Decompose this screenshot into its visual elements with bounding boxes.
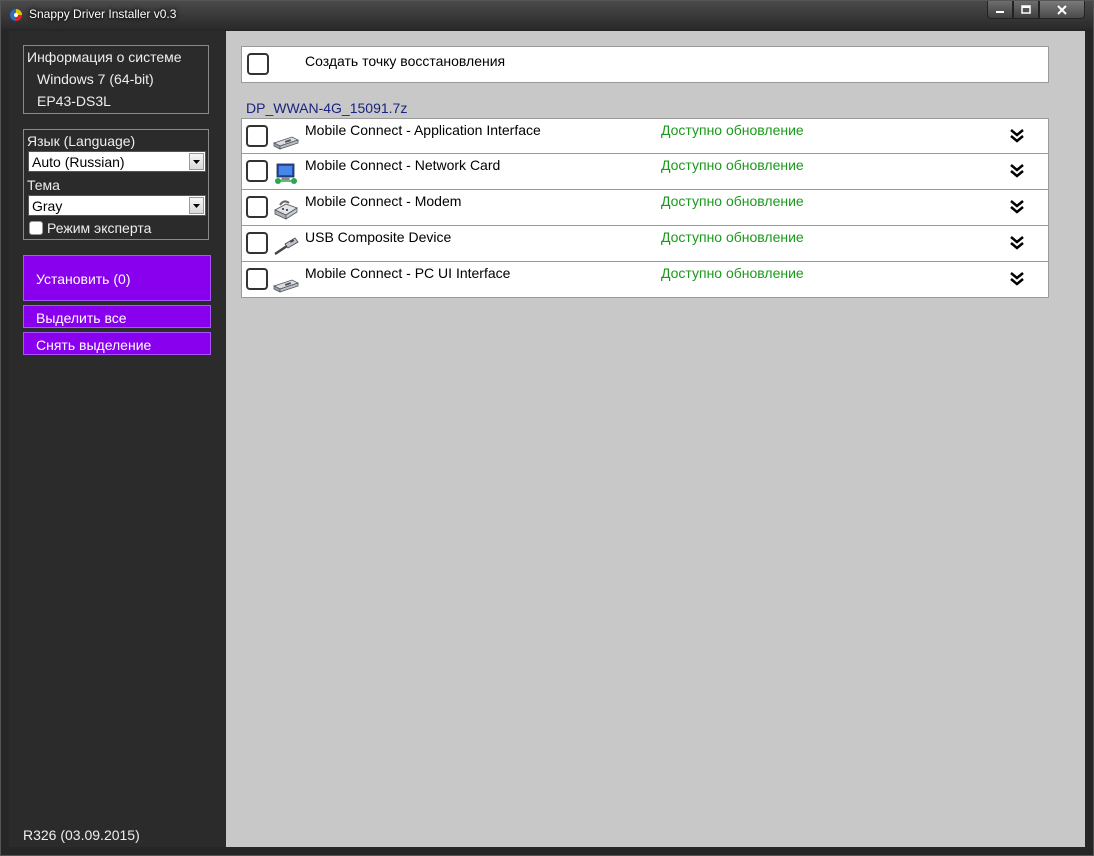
driver-name: Mobile Connect - Application Interface (305, 122, 541, 138)
maximize-icon (1021, 5, 1031, 14)
driver-name: Mobile Connect - Network Card (305, 157, 501, 173)
chevron-down-icon (193, 203, 200, 208)
driver-status: Доступно обновление (661, 265, 804, 281)
driver-row[interactable]: USB Composite Device Доступно обновление (241, 226, 1049, 262)
language-dropdown-button[interactable] (189, 153, 204, 170)
driver-row[interactable]: Mobile Connect - PC UI Interface Доступн… (241, 262, 1049, 298)
install-button[interactable]: Установить (0) (23, 255, 211, 301)
close-button[interactable] (1039, 1, 1085, 19)
select-all-button-label: Выделить все (36, 310, 127, 326)
driver-row[interactable]: Mobile Connect - Application Interface Д… (241, 118, 1049, 154)
driver-status: Доступно обновление (661, 229, 804, 245)
double-chevron-down-icon[interactable] (1008, 270, 1026, 288)
sidebar: Информация о системе Windows 7 (64-bit) … (9, 31, 226, 847)
minimize-icon (996, 10, 1004, 13)
revision-label: R326 (03.09.2015) (23, 827, 140, 843)
language-selected-value: Auto (Russian) (32, 154, 125, 170)
window-title: Snappy Driver Installer v0.3 (29, 7, 177, 21)
double-chevron-down-icon[interactable] (1008, 198, 1026, 216)
motherboard-info: EP43-DS3L (37, 93, 111, 109)
modem-icon (274, 200, 298, 220)
language-select[interactable]: Auto (Russian) (28, 151, 206, 172)
system-info-heading: Информация о системе (27, 49, 182, 65)
theme-select[interactable]: Gray (28, 195, 206, 216)
system-info-panel: Информация о системе Windows 7 (64-bit) … (23, 45, 209, 114)
driver-checkbox[interactable] (246, 196, 268, 218)
port-icon (272, 279, 300, 293)
driver-checkbox[interactable] (246, 232, 268, 254)
select-all-button[interactable]: Выделить все (23, 305, 211, 328)
driver-pack-name: DP_WWAN-4G_15091.7z (246, 100, 408, 116)
driver-checkbox[interactable] (246, 160, 268, 182)
settings-panel: Язык (Language) Auto (Russian) Тема Gray… (23, 129, 209, 240)
os-info: Windows 7 (64-bit) (37, 71, 154, 87)
driver-name: Mobile Connect - Modem (305, 193, 462, 209)
driver-status: Доступно обновление (661, 122, 804, 138)
window-controls (987, 1, 1085, 21)
install-button-label: Установить (0) (36, 271, 131, 287)
minimize-button[interactable] (987, 1, 1013, 19)
chevron-down-icon (193, 159, 200, 164)
expert-mode-label: Режим эксперта (47, 220, 152, 236)
language-label: Язык (Language) (27, 133, 136, 149)
deselect-button-label: Снять выделение (36, 337, 152, 353)
theme-label: Тема (27, 177, 60, 193)
double-chevron-down-icon[interactable] (1008, 162, 1026, 180)
driver-status: Доступно обновление (661, 157, 804, 173)
driver-name: Mobile Connect - PC UI Interface (305, 265, 511, 281)
title-bar[interactable]: Snappy Driver Installer v0.3 (1, 1, 1093, 29)
double-chevron-down-icon[interactable] (1008, 234, 1026, 252)
expert-mode-checkbox[interactable] (29, 221, 43, 235)
port-icon (272, 136, 300, 150)
usb-icon (274, 237, 299, 256)
close-icon (1057, 4, 1067, 15)
main-content: Создать точку восстановления DP_WWAN-4G_… (226, 31, 1085, 847)
theme-dropdown-button[interactable] (189, 197, 204, 214)
maximize-button[interactable] (1013, 1, 1039, 19)
network-card-icon (275, 163, 297, 184)
app-window: Snappy Driver Installer v0.3 Информация … (0, 0, 1094, 856)
restore-point-row[interactable]: Создать точку восстановления (241, 46, 1049, 83)
driver-checkbox[interactable] (246, 125, 268, 147)
restore-point-label: Создать точку восстановления (305, 53, 506, 69)
driver-checkbox[interactable] (246, 268, 268, 290)
driver-row[interactable]: Mobile Connect - Network Card Доступно о… (241, 154, 1049, 190)
deselect-button[interactable]: Снять выделение (23, 332, 211, 355)
driver-status: Доступно обновление (661, 193, 804, 209)
restore-point-checkbox[interactable] (247, 53, 269, 75)
driver-row[interactable]: Mobile Connect - Modem Доступно обновлен… (241, 190, 1049, 226)
app-logo-icon (10, 9, 22, 21)
double-chevron-down-icon[interactable] (1008, 127, 1026, 145)
theme-selected-value: Gray (32, 198, 63, 214)
driver-name: USB Composite Device (305, 229, 452, 245)
driver-list: Mobile Connect - Application Interface Д… (241, 118, 1049, 298)
